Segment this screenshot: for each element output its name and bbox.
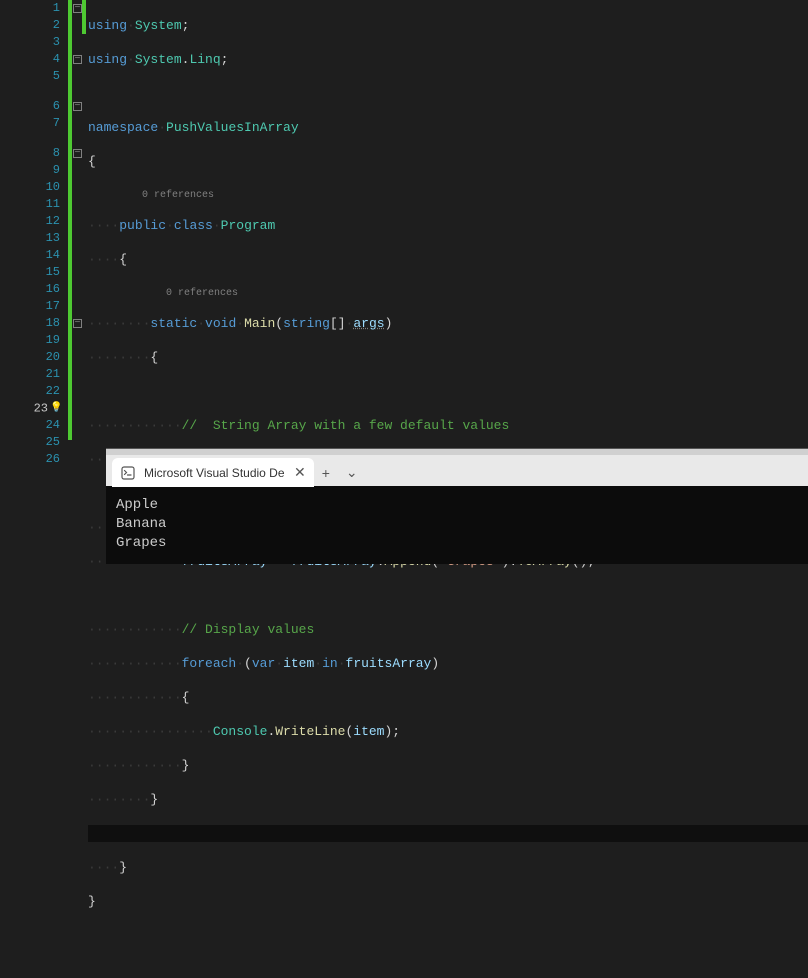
- fold-toggle[interactable]: −: [73, 149, 82, 158]
- change-marker: [82, 0, 86, 34]
- console-output: Apple Banana Grapes: [106, 486, 808, 563]
- fold-toggle[interactable]: −: [73, 55, 82, 64]
- codelens-references[interactable]: 0 references: [88, 285, 808, 298]
- cursor-line[interactable]: [88, 825, 808, 842]
- line-number-gutter: 1 2 3 4 5 6 7 8 9 10 11 12 13 14 15 16 1…: [0, 0, 68, 440]
- fold-toggle[interactable]: −: [73, 319, 82, 328]
- code-area[interactable]: − − − − − using·System; using·System.Lin…: [68, 0, 808, 440]
- change-marker: [68, 0, 72, 440]
- close-icon[interactable]: ✕: [294, 464, 306, 481]
- tab-dropdown-button[interactable]: ⌄: [338, 464, 366, 481]
- debug-console-window: Microsoft Visual Studio Debu ✕ + ⌄ Apple…: [106, 448, 808, 564]
- console-tabstrip: Microsoft Visual Studio Debu ✕ + ⌄: [106, 449, 808, 486]
- codelens-references[interactable]: 0 references: [88, 187, 808, 200]
- new-tab-button[interactable]: +: [314, 465, 338, 481]
- fold-toggle[interactable]: −: [73, 4, 82, 13]
- console-tab-title: Microsoft Visual Studio Debu: [144, 466, 284, 480]
- code-editor[interactable]: 1 2 3 4 5 6 7 8 9 10 11 12 13 14 15 16 1…: [0, 0, 808, 440]
- fold-toggle[interactable]: −: [73, 102, 82, 111]
- console-tab[interactable]: Microsoft Visual Studio Debu ✕: [112, 458, 314, 487]
- lightbulb-icon[interactable]: 💡: [50, 400, 60, 417]
- terminal-icon: [120, 465, 136, 481]
